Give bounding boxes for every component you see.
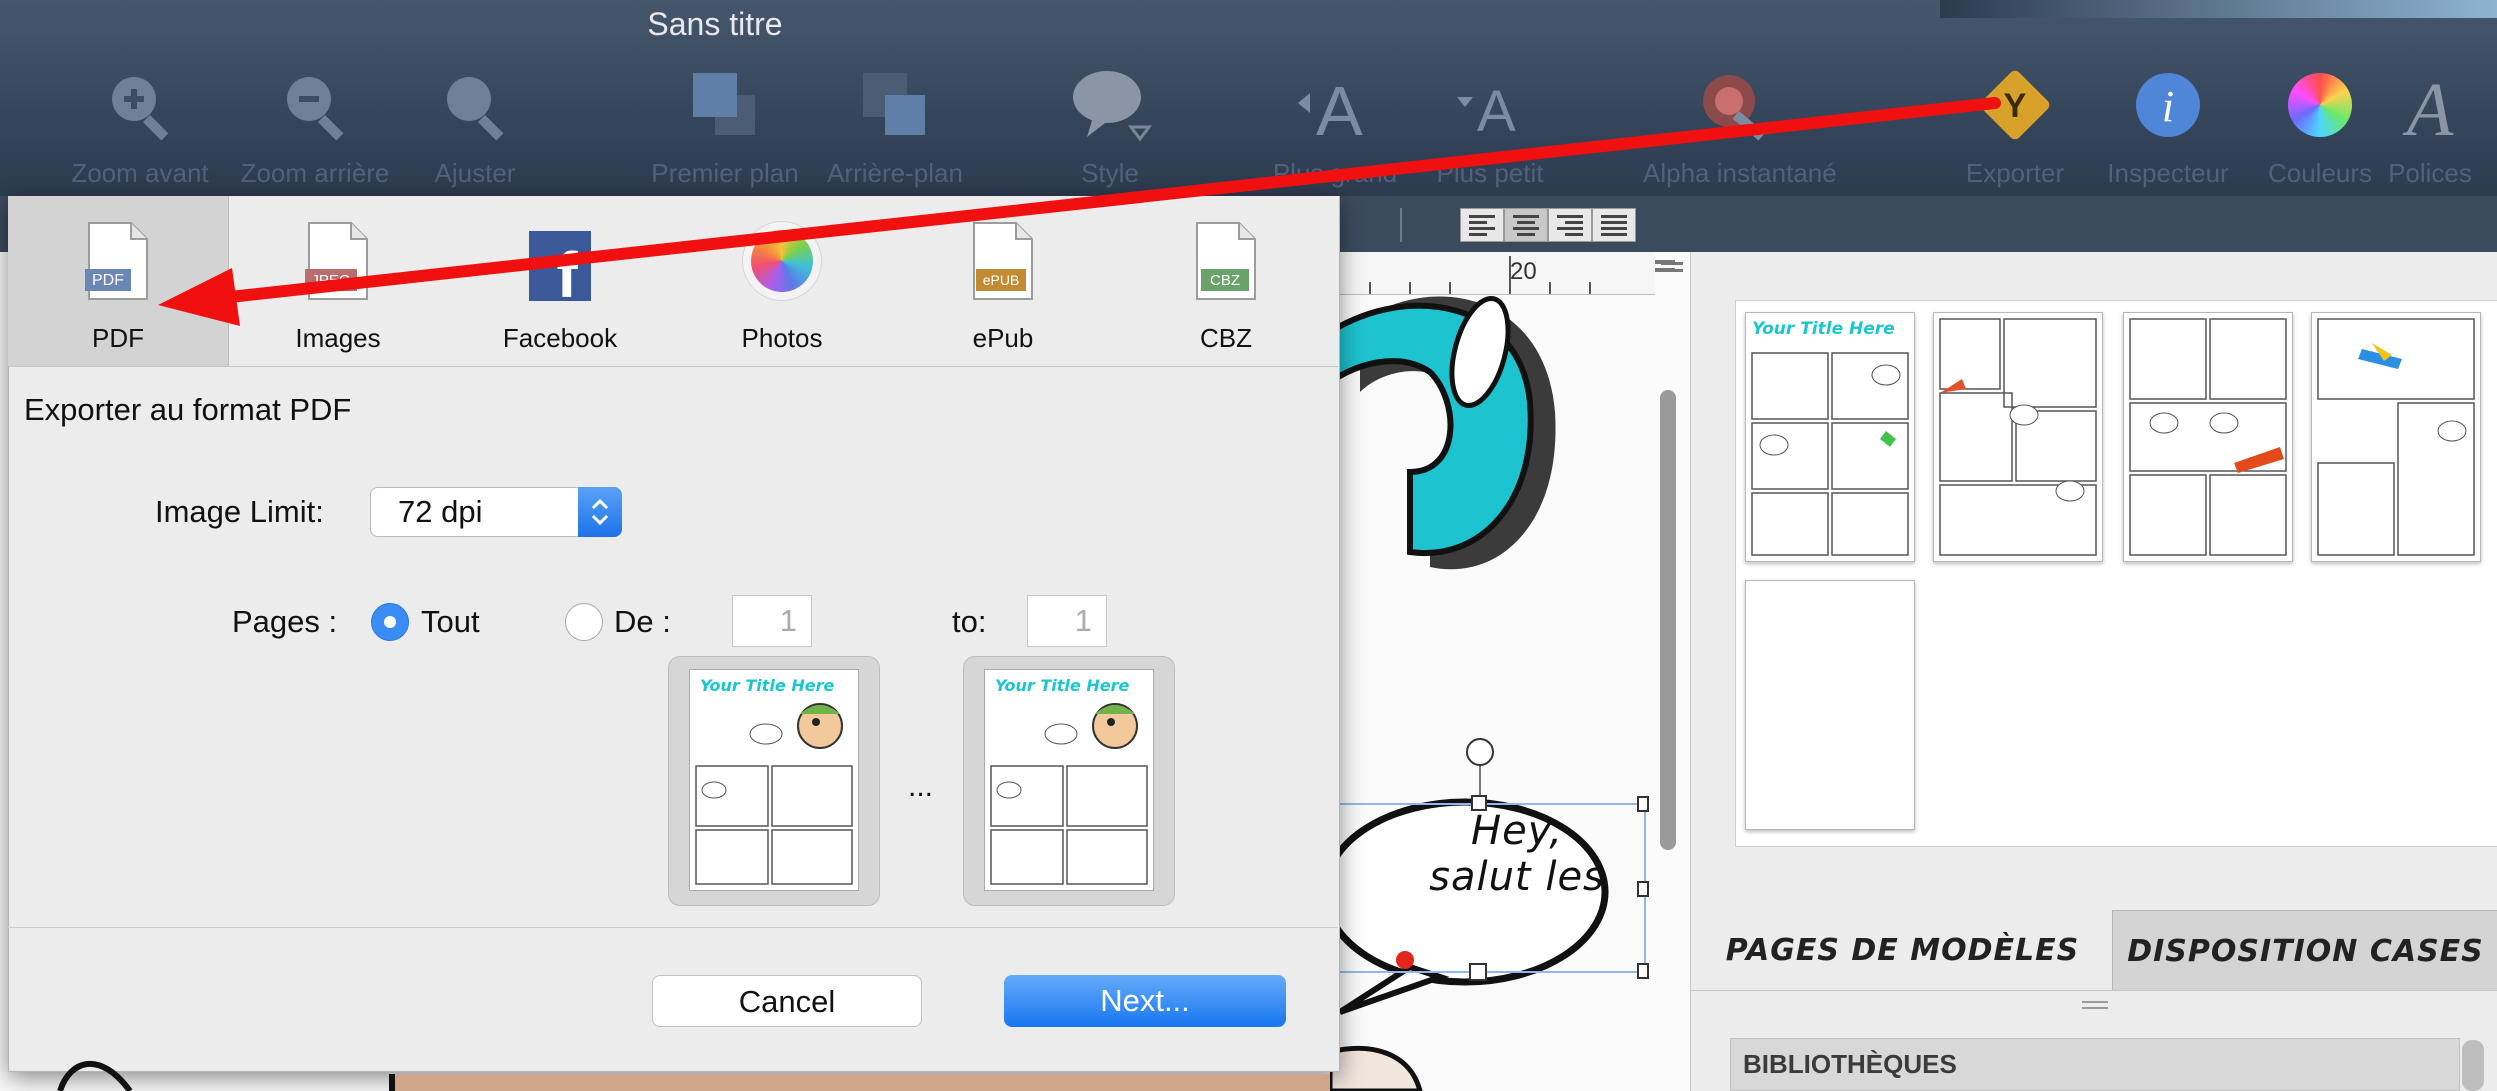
from-page-field[interactable]: 1 <box>732 595 812 647</box>
speech-bubble-text[interactable]: Hey, salut les <box>1372 808 1662 900</box>
libraries-header[interactable]: BIBLIOTHÈQUES <box>1730 1038 2460 1091</box>
bring-to-front-button[interactable]: Premier plan <box>630 60 820 189</box>
page-thumbnail[interactable] <box>1933 312 2103 562</box>
format-label: Images <box>295 323 381 353</box>
last-page-preview: Your Title Here <box>963 656 1175 906</box>
fonts-button[interactable]: A Polices <box>2360 60 2497 189</box>
align-justify-button[interactable] <box>1592 208 1636 242</box>
page-thumbnail[interactable]: Your Title Here <box>1745 312 1915 562</box>
photos-icon <box>672 218 892 303</box>
canvas-artwork <box>1330 256 1675 1091</box>
panel-splitter[interactable] <box>1690 990 2497 1025</box>
send-to-back-button[interactable]: Arrière-plan <box>800 60 990 189</box>
align-right-button[interactable] <box>1548 208 1592 242</box>
canvas-scrollbar[interactable] <box>1660 390 1676 850</box>
tool-label: Style <box>1081 158 1139 188</box>
align-left-button[interactable] <box>1460 208 1504 242</box>
tool-label: Alpha instantané <box>1643 158 1837 188</box>
pages-all-radio[interactable] <box>371 603 409 641</box>
image-limit-value: 72 dpi <box>398 494 483 529</box>
tab-panel-layout[interactable]: DISPOSITION CASES <box>2112 910 2497 991</box>
pages-all-label[interactable]: Tout <box>421 604 480 640</box>
svg-text:A: A <box>2402 68 2454 145</box>
tool-label: Zoom avant <box>71 158 209 188</box>
window-title: Sans titre <box>647 6 783 42</box>
cbz-file-icon: CBZ <box>1116 218 1336 303</box>
window-corner-decoration <box>1940 0 2497 18</box>
page-thumbnail[interactable] <box>2311 312 2481 562</box>
svg-text:A: A <box>1316 72 1363 145</box>
format-label: PDF <box>92 323 144 353</box>
zoom-fit-icon <box>380 60 570 150</box>
epub-file-icon: ePUB <box>893 218 1113 303</box>
pages-range-label[interactable]: De : <box>614 604 671 640</box>
speech-line-1: Hey, <box>1471 808 1563 854</box>
to-page-field[interactable]: 1 <box>1027 595 1107 647</box>
cbz-badge: CBZ <box>1210 272 1240 289</box>
export-heading: Exporter au format PDF <box>24 392 352 427</box>
page-thumbnail[interactable] <box>2123 312 2293 562</box>
svg-text:i: i <box>2162 82 2174 131</box>
pages-range-radio[interactable] <box>565 603 603 641</box>
thumbnail-title: Your Title Here <box>1752 319 1895 339</box>
fonts-icon: A <box>2360 60 2497 150</box>
pdf-badge: PDF <box>92 272 124 289</box>
first-page-preview: Your Title Here <box>668 656 880 906</box>
libraries-scrollbar[interactable] <box>2462 1040 2484 1091</box>
format-epub[interactable]: ePUB ePub <box>893 196 1113 366</box>
format-label: Photos <box>741 323 823 353</box>
bring-to-front-icon <box>630 60 820 150</box>
pdf-file-icon: PDF <box>8 218 228 303</box>
align-center-button[interactable] <box>1504 208 1548 242</box>
facebook-icon: f <box>450 218 670 303</box>
tool-label: Polices <box>2388 158 2472 188</box>
page-thumbnail[interactable] <box>1745 580 1915 830</box>
instant-alpha-button[interactable]: Alpha instantané <box>1643 60 1837 189</box>
format-label: ePub <box>972 323 1034 353</box>
tool-label: Arrière-plan <box>827 158 963 188</box>
format-images[interactable]: JPEG Images <box>228 196 448 366</box>
preview-title: Your Title Here <box>700 676 835 695</box>
ruler-menu-icon[interactable] <box>1657 252 1687 282</box>
tool-label: Premier plan <box>651 158 799 188</box>
jpeg-badge: JPEG <box>311 272 350 289</box>
font-smaller-icon: A <box>1395 60 1585 150</box>
zoom-fit-button[interactable]: Ajuster <box>380 60 570 189</box>
chevron-up-down-icon[interactable] <box>578 487 622 537</box>
tool-label: Ajuster <box>434 158 516 188</box>
speech-line-2: salut les <box>1429 854 1605 900</box>
format-divider-line <box>8 366 1338 367</box>
speech-bubble-icon <box>1015 60 1205 150</box>
page-preview-sheet: Your Title Here <box>689 669 859 891</box>
font-smaller-button[interactable]: A Plus petit <box>1395 60 1585 189</box>
format-cbz[interactable]: CBZ CBZ <box>1116 196 1336 366</box>
format-pdf[interactable]: PDF PDF <box>8 196 229 366</box>
svg-text:Y: Y <box>2004 87 2027 125</box>
tab-template-pages[interactable]: PAGES DE MODÈLES <box>1705 910 2100 990</box>
epub-badge: ePUB <box>983 272 1020 288</box>
pages-label: Pages : <box>232 604 338 639</box>
page-preview-sheet: Your Title Here <box>984 669 1154 891</box>
jpeg-file-icon: JPEG <box>228 218 448 303</box>
zoom-in-icon <box>45 60 235 150</box>
format-facebook[interactable]: f Facebook <box>450 196 670 366</box>
style-button[interactable]: Style <box>1015 60 1205 189</box>
ellipsis: ... <box>908 770 934 803</box>
svg-text:A: A <box>1477 79 1516 144</box>
send-to-back-icon <box>800 60 990 150</box>
image-limit-label: Image Limit: <box>155 494 324 529</box>
format-label: CBZ <box>1200 323 1252 353</box>
comic-page-glimpse <box>57 1060 1330 1091</box>
zoom-in-button[interactable]: Zoom avant <box>45 60 235 189</box>
format-photos[interactable]: Photos <box>672 196 892 366</box>
facebook-badge: f <box>556 239 578 301</box>
to-label: to: <box>952 604 987 639</box>
preview-title: Your Title Here <box>995 676 1130 695</box>
sheet-divider <box>8 927 1338 928</box>
format-divider <box>1400 208 1402 242</box>
format-label: Facebook <box>502 323 618 353</box>
instant-alpha-icon <box>1643 60 1833 150</box>
tool-label: Plus petit <box>1436 158 1544 188</box>
